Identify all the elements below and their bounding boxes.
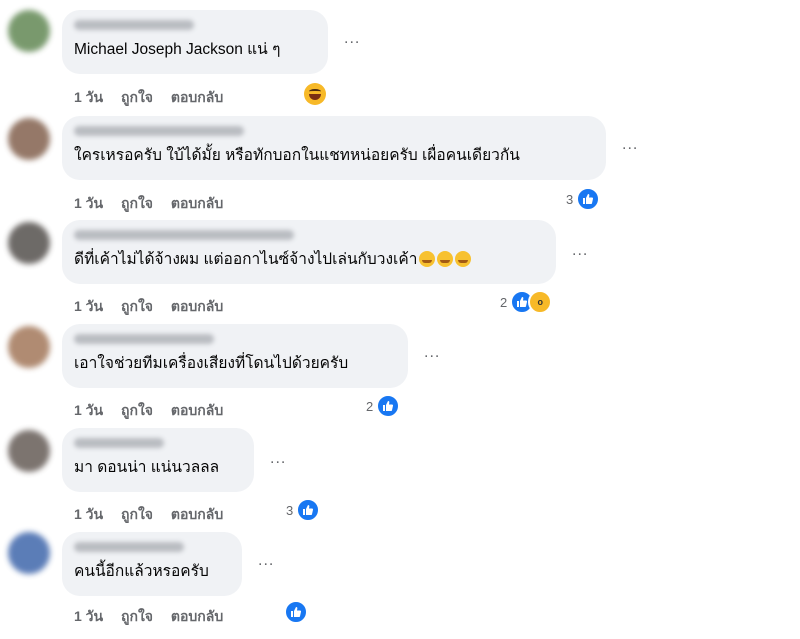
comment-text: Michael Joseph Jackson แน่ ๆ bbox=[74, 41, 281, 58]
comment-actions: 1 วัน ถูกใจ ตอบกลับ bbox=[74, 504, 237, 526]
reply-link[interactable]: ตอบกลับ bbox=[171, 89, 223, 105]
comment-actions: 1 วัน ถูกใจ ตอบกลับ bbox=[74, 296, 237, 318]
avatar[interactable] bbox=[8, 10, 50, 52]
reply-link[interactable]: ตอบกลับ bbox=[171, 608, 223, 624]
comment-age[interactable]: 1 วัน bbox=[74, 195, 103, 211]
avatar[interactable] bbox=[8, 118, 50, 160]
comment-text: คนนี้อีกแล้วหรอครับ bbox=[74, 563, 209, 580]
reaction-summary[interactable]: 2 o bbox=[500, 290, 553, 314]
more-options-icon[interactable]: ... bbox=[572, 242, 588, 260]
avatar[interactable] bbox=[8, 222, 50, 264]
comment-actions: 1 วัน ถูกใจ ตอบกลับ bbox=[74, 606, 237, 628]
comment-bubble: คนนี้อีกแล้วหรอครับ bbox=[62, 532, 242, 596]
like-link[interactable]: ถูกใจ bbox=[121, 608, 153, 624]
comment-age[interactable]: 1 วัน bbox=[74, 506, 103, 522]
laugh-emoji-icon bbox=[304, 83, 326, 105]
avatar[interactable] bbox=[8, 430, 50, 472]
comment-age[interactable]: 1 วัน bbox=[74, 402, 103, 418]
comment-actions: 1 วัน ถูกใจ ตอบกลับ bbox=[74, 193, 237, 215]
more-options-icon[interactable]: ... bbox=[270, 450, 286, 468]
comment-age[interactable]: 1 วัน bbox=[74, 89, 103, 105]
reaction-count: 3 bbox=[286, 502, 294, 518]
comment-bubble: ใครเหรอครับ ใบ้ได้มั้ย หรือทักบอกในแชทหน… bbox=[62, 116, 606, 180]
like-link[interactable]: ถูกใจ bbox=[121, 298, 153, 314]
emoji-icon bbox=[419, 251, 436, 267]
commenter-name-blurred[interactable] bbox=[74, 230, 294, 240]
reply-link[interactable]: ตอบกลับ bbox=[171, 402, 223, 418]
comment-text: มา ดอนน่า แน่นวลลล bbox=[74, 459, 220, 476]
commenter-name-blurred[interactable] bbox=[74, 438, 164, 448]
more-options-icon[interactable]: ... bbox=[424, 344, 440, 362]
more-options-icon[interactable]: ... bbox=[258, 552, 274, 570]
reaction-summary[interactable] bbox=[284, 600, 308, 624]
commenter-name-blurred[interactable] bbox=[74, 334, 214, 344]
commenter-name-blurred[interactable] bbox=[74, 126, 244, 136]
reaction-count: 2 bbox=[366, 398, 374, 414]
reaction-count: 2 bbox=[500, 294, 508, 310]
like-link[interactable]: ถูกใจ bbox=[121, 402, 153, 418]
reaction-summary[interactable]: 2 bbox=[366, 394, 401, 418]
commenter-name-blurred[interactable] bbox=[74, 542, 184, 552]
like-link[interactable]: ถูกใจ bbox=[121, 506, 153, 522]
reply-link[interactable]: ตอบกลับ bbox=[171, 506, 223, 522]
comment-text: เอาใจช่วยทีมเครื่องเสียงที่โดนไปด้วยครับ bbox=[74, 355, 349, 372]
like-icon bbox=[376, 394, 401, 418]
emoji-icon bbox=[455, 251, 472, 267]
comment-age[interactable]: 1 วัน bbox=[74, 608, 103, 624]
comment-age[interactable]: 1 วัน bbox=[74, 298, 103, 314]
reaction-summary[interactable]: 3 bbox=[566, 187, 601, 211]
more-options-icon[interactable]: ... bbox=[344, 30, 360, 48]
reaction-count: 3 bbox=[566, 191, 574, 207]
avatar[interactable] bbox=[8, 532, 50, 574]
comment-text: ใครเหรอครับ ใบ้ได้มั้ย หรือทักบอกในแชทหน… bbox=[74, 147, 520, 164]
comment-bubble: มา ดอนน่า แน่นวลลล bbox=[62, 428, 254, 492]
comment-text: ดีที่เค้าไม่ได้จ้างผม แต่ออกาไนซ์จ้างไปเ… bbox=[74, 250, 544, 270]
comment-bubble: ดีที่เค้าไม่ได้จ้างผม แต่ออกาไนซ์จ้างไปเ… bbox=[62, 220, 556, 284]
like-icon bbox=[576, 187, 601, 211]
comment-actions: 1 วัน ถูกใจ ตอบกลับ bbox=[74, 400, 237, 422]
emoji-icon bbox=[437, 251, 454, 267]
comment-actions: 1 วัน ถูกใจ ตอบกลับ bbox=[74, 87, 237, 109]
commenter-name-blurred[interactable] bbox=[74, 20, 194, 30]
like-icon bbox=[284, 600, 308, 624]
reply-link[interactable]: ตอบกลับ bbox=[171, 298, 223, 314]
like-icon bbox=[296, 498, 321, 522]
reaction-summary[interactable]: 3 bbox=[286, 498, 321, 522]
wow-icon: o bbox=[528, 290, 553, 314]
reply-link[interactable]: ตอบกลับ bbox=[171, 195, 223, 211]
comment-bubble: Michael Joseph Jackson แน่ ๆ bbox=[62, 10, 328, 74]
comment-bubble: เอาใจช่วยทีมเครื่องเสียงที่โดนไปด้วยครับ bbox=[62, 324, 408, 388]
more-options-icon[interactable]: ... bbox=[622, 136, 638, 154]
like-link[interactable]: ถูกใจ bbox=[121, 89, 153, 105]
like-link[interactable]: ถูกใจ bbox=[121, 195, 153, 211]
avatar[interactable] bbox=[8, 326, 50, 368]
